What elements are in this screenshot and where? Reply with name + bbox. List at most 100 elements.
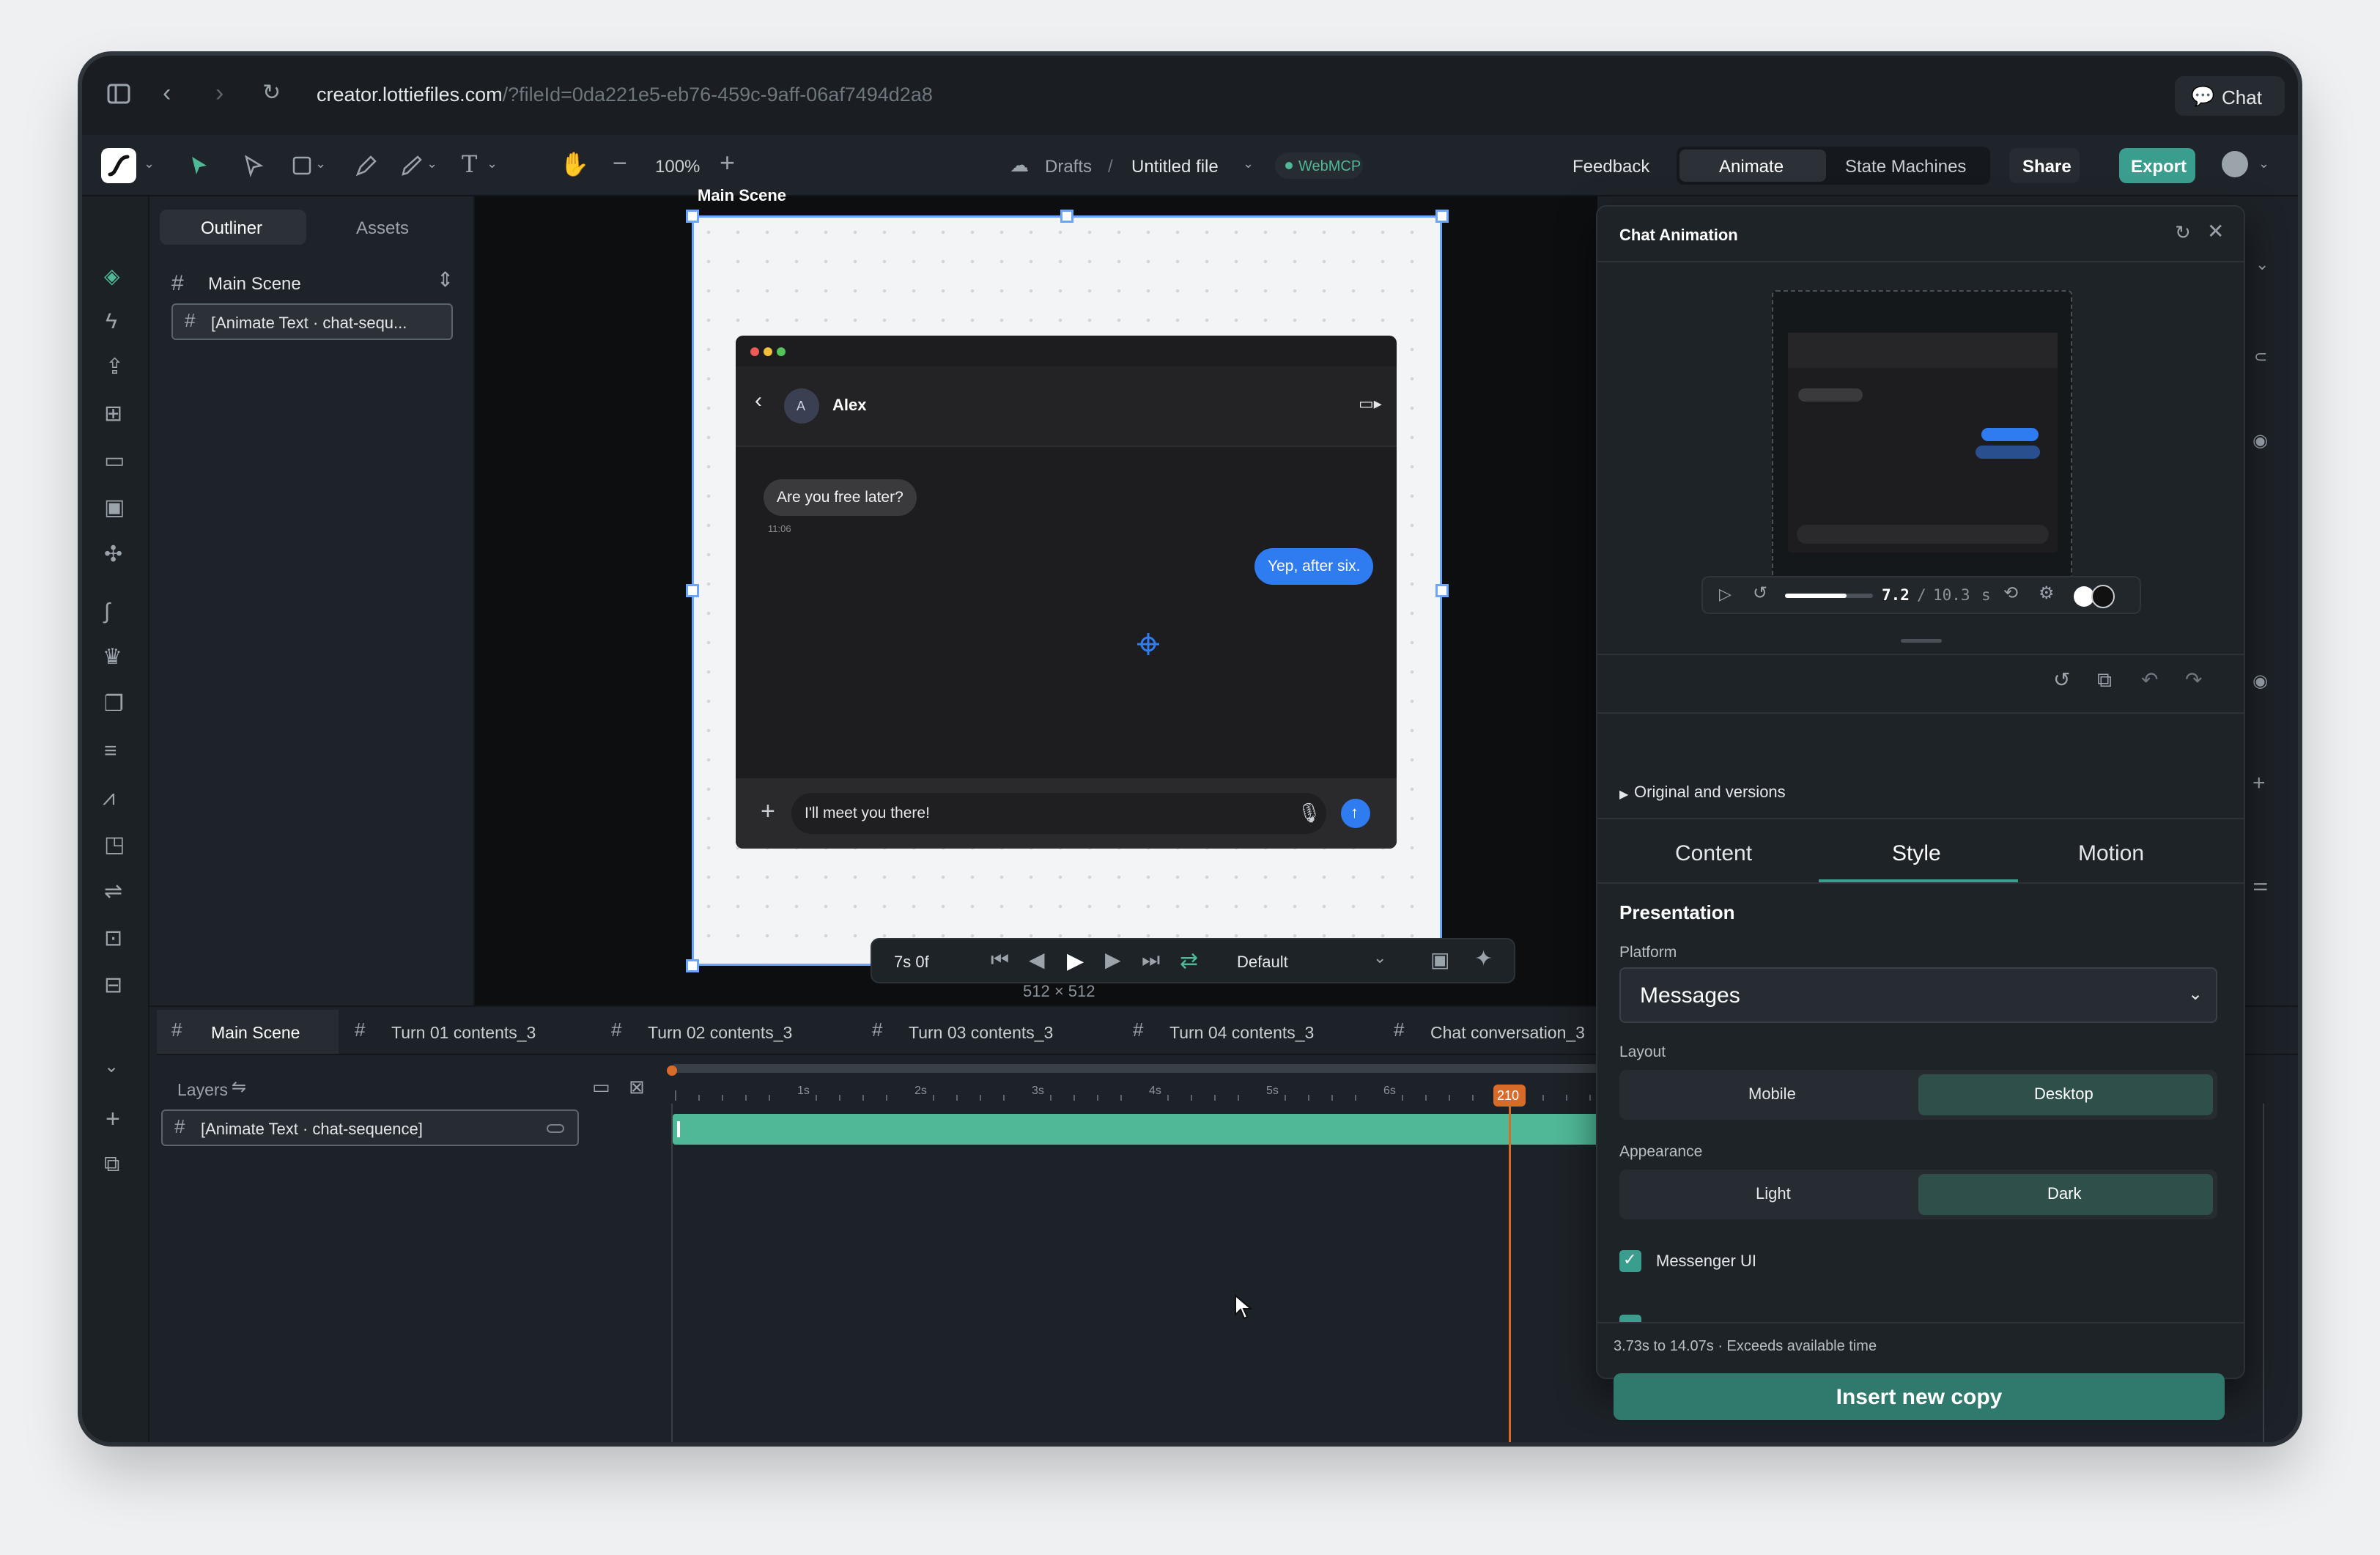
redo-icon[interactable]: ↷ <box>2185 670 2202 690</box>
track-start-handle[interactable] <box>677 1121 680 1137</box>
right-panel-add-icon[interactable]: + <box>2252 772 2266 794</box>
anchor-point-icon[interactable] <box>1137 633 1159 655</box>
easing-icon[interactable]: ∫ <box>104 601 110 623</box>
step-forward-icon[interactable]: ▶ <box>1105 950 1121 970</box>
tab-style[interactable]: Style <box>1892 841 1941 866</box>
file-name[interactable]: Untitled file <box>1131 157 1219 177</box>
composer-input[interactable]: I'll meet you there! 🎙 <box>791 793 1326 834</box>
shape-menu-chevron-icon[interactable]: ⌄ <box>315 157 326 170</box>
expand-triangle-icon[interactable]: ▶ <box>1619 787 1628 802</box>
messenger-ui-checkbox[interactable]: ✓ <box>1619 1250 1641 1272</box>
visibility-eye-icon[interactable]: ◉ <box>2252 432 2268 450</box>
timeline-tab-turn-04[interactable]: Turn 04 contents_3 <box>1169 1023 1314 1043</box>
timeline-tab-turn-02[interactable]: Turn 02 contents_3 <box>648 1023 792 1043</box>
right-panel-chevron-icon[interactable]: ⌄ <box>2255 256 2269 273</box>
mode-animate-tab[interactable]: Animate <box>1679 149 1826 182</box>
right-panel-link-icon[interactable]: ⊂ <box>2254 349 2267 365</box>
play-icon[interactable]: ▶ <box>1067 948 1084 974</box>
mode-state-machines-tab[interactable]: State Machines <box>1845 157 1966 177</box>
resize-handle-r[interactable] <box>1435 584 1449 597</box>
step-back-icon[interactable]: ◀ <box>1029 950 1045 970</box>
appearance-dark-option[interactable]: Dark <box>1918 1174 2213 1215</box>
next-checkbox-partial[interactable] <box>1619 1315 1641 1322</box>
edit-image-icon[interactable]: ▣ <box>104 497 125 519</box>
timeline-screen-icon[interactable]: ▭ <box>592 1077 610 1096</box>
panel-close-icon[interactable]: ✕ <box>2207 221 2224 242</box>
tab-content[interactable]: Content <box>1675 841 1752 866</box>
add-layer-icon[interactable]: + <box>106 1107 120 1131</box>
feedback-button[interactable]: Feedback <box>1572 157 1649 177</box>
tab-assets[interactable]: Assets <box>356 218 409 239</box>
pen-tool-icon[interactable] <box>355 154 378 181</box>
visibility-eye-icon[interactable]: ◉ <box>2252 673 2268 690</box>
text-menu-chevron-icon[interactable]: ⌄ <box>487 157 498 170</box>
microphone-icon[interactable]: 🎙 <box>1297 802 1321 824</box>
playback-time[interactable]: 7s 0f <box>894 953 929 972</box>
sticker-icon[interactable]: ◳ <box>104 834 125 856</box>
avatar[interactable] <box>2222 151 2248 177</box>
skip-to-end-icon[interactable]: ⏭ <box>1142 950 1160 970</box>
appearance-light-option[interactable]: Light <box>1756 1184 1791 1203</box>
original-and-versions[interactable]: Original and versions <box>1634 783 1786 802</box>
image-add-icon[interactable]: ⊡ <box>104 928 122 950</box>
url-bar[interactable]: creator.lottiefiles.com/?fileId=0da221e5… <box>317 84 933 106</box>
timeline-tab-turn-01[interactable]: Turn 01 contents_3 <box>391 1023 536 1043</box>
resize-handle-l[interactable] <box>686 584 699 597</box>
layout-desktop-option[interactable]: Desktop <box>1918 1074 2213 1115</box>
layer-toggle-icon[interactable] <box>547 1124 564 1133</box>
chat-back-icon[interactable]: ‹ <box>755 388 762 413</box>
timeline-tab-chat-conversation[interactable]: Chat conversation_3 <box>1430 1023 1585 1043</box>
loop-icon[interactable]: ⇄ <box>1180 948 1198 974</box>
reload-icon[interactable]: ↻ <box>262 82 281 104</box>
pencil-menu-chevron-icon[interactable]: ⌄ <box>426 157 437 170</box>
resize-handle-t[interactable] <box>1060 210 1073 223</box>
back-icon[interactable]: ‹ <box>163 81 171 106</box>
send-button[interactable]: ↑ <box>1341 799 1370 828</box>
scene-name[interactable]: Main Scene <box>208 274 301 295</box>
layers-stack-icon[interactable]: ⧉ <box>104 1153 119 1175</box>
reset-icon[interactable]: ↺ <box>2053 670 2070 690</box>
duplicate-icon[interactable]: ❐ <box>104 693 124 715</box>
list-icon[interactable]: ≡ <box>104 740 117 762</box>
rectangle-tool-icon[interactable] <box>292 155 312 180</box>
waveform-icon[interactable]: ⩘ <box>103 787 115 809</box>
outliner-layer-item[interactable]: # [Animate Text · chat-sequ... <box>171 303 453 340</box>
resize-handle-tr[interactable] <box>1435 210 1449 223</box>
collapse-chevron-icon[interactable]: ⌄ <box>104 1058 119 1076</box>
platform-select[interactable]: Messages ⌄ <box>1619 967 2217 1023</box>
timeline-layer-row[interactable]: # [Animate Text · chat-sequence] <box>161 1109 579 1146</box>
resize-handle-tl[interactable] <box>686 210 699 223</box>
webmcp-badge[interactable]: WebMCP <box>1275 152 1363 179</box>
composer-plus-icon[interactable]: + <box>761 797 775 826</box>
panel-refresh-icon[interactable]: ↻ <box>2175 223 2191 242</box>
node-select-tool-icon[interactable] <box>242 154 265 181</box>
components-icon[interactable]: ⊞ <box>104 403 122 425</box>
layer-track-bar[interactable] <box>673 1114 1662 1145</box>
preview-loop-icon[interactable]: ⟲ <box>2003 585 2018 602</box>
video-call-icon[interactable]: ▭▸ <box>1359 394 1382 413</box>
dark-bg-toggle[interactable] <box>2091 585 2115 608</box>
playhead-marker[interactable]: 210 <box>1493 1085 1526 1107</box>
preview-play-icon[interactable]: ▷ <box>1719 586 1732 602</box>
layers-sort-icon[interactable]: ⇋ <box>232 1079 246 1096</box>
share-button[interactable]: Share <box>2009 148 2080 183</box>
work-area-start-handle[interactable] <box>667 1065 677 1076</box>
lottie-logo-icon[interactable] <box>101 148 136 183</box>
folder-icon[interactable]: ▭ <box>104 450 125 472</box>
ai-sparkle-icon[interactable]: ✦ <box>1474 948 1493 970</box>
preview-screen-icon[interactable]: ▣ <box>1430 950 1449 970</box>
scene-switch-icon[interactable]: ⇕ <box>437 270 454 290</box>
skip-to-start-icon[interactable]: ⏮ <box>991 950 1009 970</box>
timeline-tab-turn-03[interactable]: Turn 03 contents_3 <box>909 1023 1053 1043</box>
resize-handle-bl[interactable] <box>686 959 699 972</box>
forward-icon[interactable]: › <box>215 81 223 106</box>
timeline-crop-icon[interactable]: ⊠ <box>629 1077 645 1096</box>
resize-grip[interactable] <box>1901 639 1942 643</box>
preset-select[interactable]: Default <box>1237 953 1288 972</box>
hand-tool-icon[interactable]: ✋ <box>560 152 589 176</box>
avatar-menu-chevron-icon[interactable]: ⌄ <box>2258 157 2269 170</box>
zoom-out-icon[interactable]: − <box>613 151 627 176</box>
transfer-icon[interactable]: ⇌ <box>104 881 122 903</box>
text-tool-icon[interactable]: T <box>462 152 477 176</box>
preview-progress[interactable] <box>1785 594 1873 598</box>
